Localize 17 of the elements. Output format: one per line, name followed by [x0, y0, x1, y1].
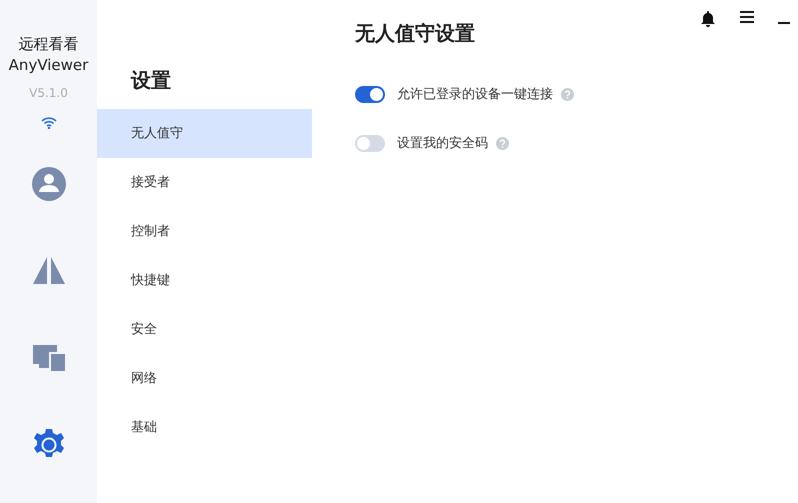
settings-menu-item[interactable]: 安全 [97, 305, 312, 354]
wifi-icon [40, 116, 56, 129]
settings-title: 设置 [130, 68, 172, 92]
version-label: V5.1.0 [29, 85, 68, 102]
settings-menu-item[interactable]: 接受者 [97, 158, 312, 207]
toggle-switch[interactable] [355, 86, 385, 103]
settings-menu-item[interactable]: 无人值守 [97, 109, 312, 158]
option-label: 允许已登录的设备一键连接 [397, 86, 553, 104]
app-name: 远程看看 [18, 34, 78, 55]
settings-menu-item[interactable]: 网络 [97, 354, 312, 403]
settings-menu-item[interactable]: 基础 [97, 403, 312, 452]
settings-menu-item[interactable]: 控制者 [97, 207, 312, 256]
toggle-switch[interactable] [355, 135, 385, 152]
settings-menu-item[interactable]: 快捷键 [97, 256, 312, 305]
option-label: 设置我的安全码 [397, 134, 488, 153]
panel-title: 无人值守设置 [355, 21, 476, 45]
app-name: AnyViewer [8, 55, 88, 76]
